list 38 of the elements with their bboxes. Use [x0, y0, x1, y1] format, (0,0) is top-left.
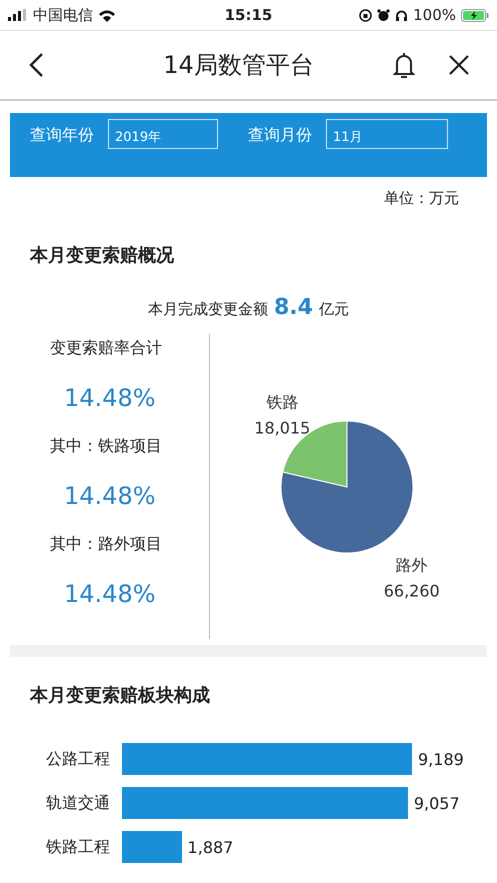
bar-label: 公路工程 [46, 748, 111, 770]
summary-unit: 亿元 [318, 300, 349, 319]
stat-label: 变更索赔率合计 [50, 338, 163, 359]
bell-icon[interactable] [393, 51, 415, 79]
bar-value: 9,189 [418, 750, 464, 768]
summary-value: 8.4 [274, 295, 313, 320]
close-icon[interactable] [449, 55, 469, 75]
bar-value: 9,057 [414, 794, 460, 812]
headphones-icon [395, 8, 408, 22]
page-title: 14局数管平台 [162, 50, 315, 81]
battery-percent: 100% [413, 6, 456, 24]
filter-label: 查询年份 [30, 125, 94, 146]
bar-value: 1,887 [188, 838, 234, 856]
section-title: 本月变更索赔概况 [28, 244, 175, 268]
wifi-icon [98, 8, 116, 22]
rotation-lock-icon [359, 8, 372, 22]
stat-value: 14.48% [63, 383, 157, 414]
alarm-icon [377, 8, 390, 22]
filter-field[interactable]: 11月 [326, 119, 448, 149]
unit-label: 单位：万元 [383, 188, 460, 209]
stat-value: 14.48% [63, 579, 157, 610]
bar-label: 轨道交通 [46, 792, 111, 814]
carrier-name: 中国电信 [33, 6, 93, 24]
clock-time: 15:15 [224, 6, 272, 24]
signal-icon [8, 9, 28, 21]
section-title: 本月变更索赔板块构成 [28, 684, 211, 708]
battery-icon [461, 8, 489, 22]
stat-label: 其中：路外项目 [50, 534, 163, 555]
stat-label: 其中：铁路项目 [50, 436, 163, 457]
bar-label: 铁路工程 [46, 836, 111, 858]
slice-label: 铁路 18,015 [254, 392, 310, 438]
stat-value: 14.48% [63, 481, 157, 512]
slice-label: 路外 66,260 [384, 555, 440, 600]
back-icon[interactable] [28, 52, 44, 78]
summary-label: 本月完成变更金额 [148, 300, 268, 319]
filter-field[interactable]: 2019年 [108, 119, 218, 149]
bar [122, 831, 182, 863]
filter-label: 查询月份 [248, 125, 312, 146]
